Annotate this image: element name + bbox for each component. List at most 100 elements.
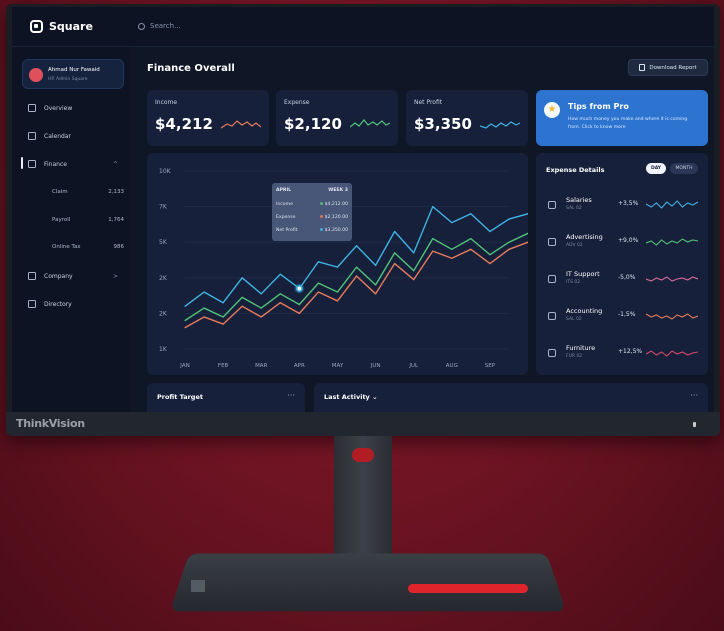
data-point [298,312,300,314]
profile-name: Ahmad Nur Fawaid [48,67,100,73]
expense-card[interactable]: Expense $2,120 [276,90,398,146]
sidebar: Ahmad Nur Fawaid HR Admin Square Overvie… [12,47,130,412]
tips-text: How much money you make and where it is … [568,117,688,130]
monitor-stand-base [169,553,567,612]
sidebar-item-calendar[interactable]: Calendar [28,132,124,140]
data-point [260,293,262,295]
sidebar-item-finance[interactable]: Finance ^ [28,160,124,168]
expense-name: Furniture [566,344,596,352]
y-tick-label: 7K [159,204,168,211]
income-card[interactable]: Income $4,212 [147,90,269,146]
net-profit-sparkline [480,121,520,129]
x-tick-label: SEP [485,363,496,369]
tooltip-net-profit-label: Net Profit [276,228,298,233]
sidebar-subitem-payroll[interactable]: Payroll 1,764 [52,217,124,223]
data-point [260,307,262,309]
avatar [29,68,43,82]
active-indicator [21,157,23,169]
sidebar-item-overview[interactable]: Overview [28,104,124,112]
data-point [279,273,281,275]
search-placeholder: Search... [150,22,181,30]
subitem-count: 1,764 [108,217,124,223]
net-profit-card[interactable]: Net Profit $3,350 [406,90,528,146]
download-report-button[interactable]: Download Report [628,59,708,76]
wallet-icon [548,201,556,209]
cable-hole [352,448,374,462]
data-point [336,266,339,268]
stand-red-accent [408,584,528,593]
data-point [184,327,186,329]
last-activity-title[interactable]: Last Activity ⌄ [324,393,378,401]
stat-label: Expense [284,99,310,106]
data-point [317,261,320,263]
tooltip-income-label: Income [276,202,293,207]
search-input[interactable]: Search... [138,22,181,30]
expense-row[interactable]: Salaries SAL 02 +3,5% [536,193,708,223]
highlight-point [296,285,303,292]
x-tick-label: AUG [446,363,458,369]
power-button[interactable] [693,422,696,427]
sidebar-item-directory[interactable]: Directory [28,300,124,308]
data-point [470,248,472,250]
data-point [451,248,453,250]
data-point [394,230,396,233]
page-title: Finance Overall [147,63,235,74]
expense-row[interactable]: Furniture FUR 02 +12,5% [536,341,708,371]
data-point [508,248,510,250]
sidebar-subitem-online-tax[interactable]: Online Tax 986 [52,244,124,250]
gear-icon [548,275,556,283]
megaphone-icon [548,238,556,246]
sidebar-item-company[interactable]: Company > [28,272,124,280]
expense-sparkline [646,238,698,246]
tips-card[interactable]: ★ Tips from Pro How much money you make … [536,90,708,146]
data-point [241,305,243,307]
data-point [470,213,472,215]
toggle-day[interactable]: DAY [646,163,666,174]
toggle-month[interactable]: MONTH [670,163,698,174]
income-sparkline [221,120,261,129]
data-point [470,238,472,240]
last-activity-label: Last Activity [324,393,370,401]
chevron-right-icon: > [112,272,118,280]
profit-target-card[interactable]: Profit Target ··· [147,383,305,412]
tooltip-week: WEEK 3 [328,188,348,193]
screen: Square Search... Ahmad Nur Fawaid HR Adm… [12,7,714,412]
more-icon[interactable]: ··· [690,391,698,400]
chart-tooltip: APRIL WEEK 3 Income $4,212.00 Expense $2… [272,183,352,241]
series-line [184,216,548,322]
expense-sparkline [350,119,390,128]
data-point [489,254,491,256]
subitem-label: Online Tax [52,244,81,250]
profile-card[interactable]: Ahmad Nur Fawaid HR Admin Square [22,59,124,89]
more-icon[interactable]: ··· [287,391,295,400]
last-activity-card[interactable]: Last Activity ⌄ ··· [314,383,708,412]
stat-value: $4,212 [155,115,213,133]
x-tick-label: MAY [332,363,344,369]
brand[interactable]: Square [30,20,93,33]
expense-row[interactable]: Accounting SAL 02 -1,5% [536,304,708,334]
data-point [374,284,377,286]
expense-row[interactable]: Advertising ADV 02 +9,0% [536,230,708,260]
x-tick-label: JAN [179,363,189,369]
star-icon: ★ [544,102,560,118]
data-point [336,300,339,302]
y-tick-label: 2K [159,275,168,282]
data-point [432,206,434,208]
tooltip-expense-value: $2,120.00 [324,215,348,220]
sidebar-item-label: Directory [44,300,72,308]
sparkline-path [646,313,698,320]
data-point [203,316,205,318]
expense-details-card: Expense Details DAY MONTH Salaries SAL 02… [536,153,708,375]
expense-row[interactable]: IT Support ITS 02 -5,0% [536,267,708,297]
monitor-bezel: ThinkVision [6,412,720,436]
sidebar-subitem-claim[interactable]: Claim 2,133 [52,189,124,195]
expense-percent: +3,5% [618,200,639,207]
expense-sparkline [646,313,698,320]
data-point [203,291,205,293]
expense-code: SAL 02 [566,317,582,322]
expense-code: SAL 02 [566,206,582,211]
stat-label: Net Profit [414,99,443,106]
data-point [355,266,358,268]
sidebar-item-label: Calendar [44,132,71,140]
expense-percent: +9,0% [618,237,639,244]
